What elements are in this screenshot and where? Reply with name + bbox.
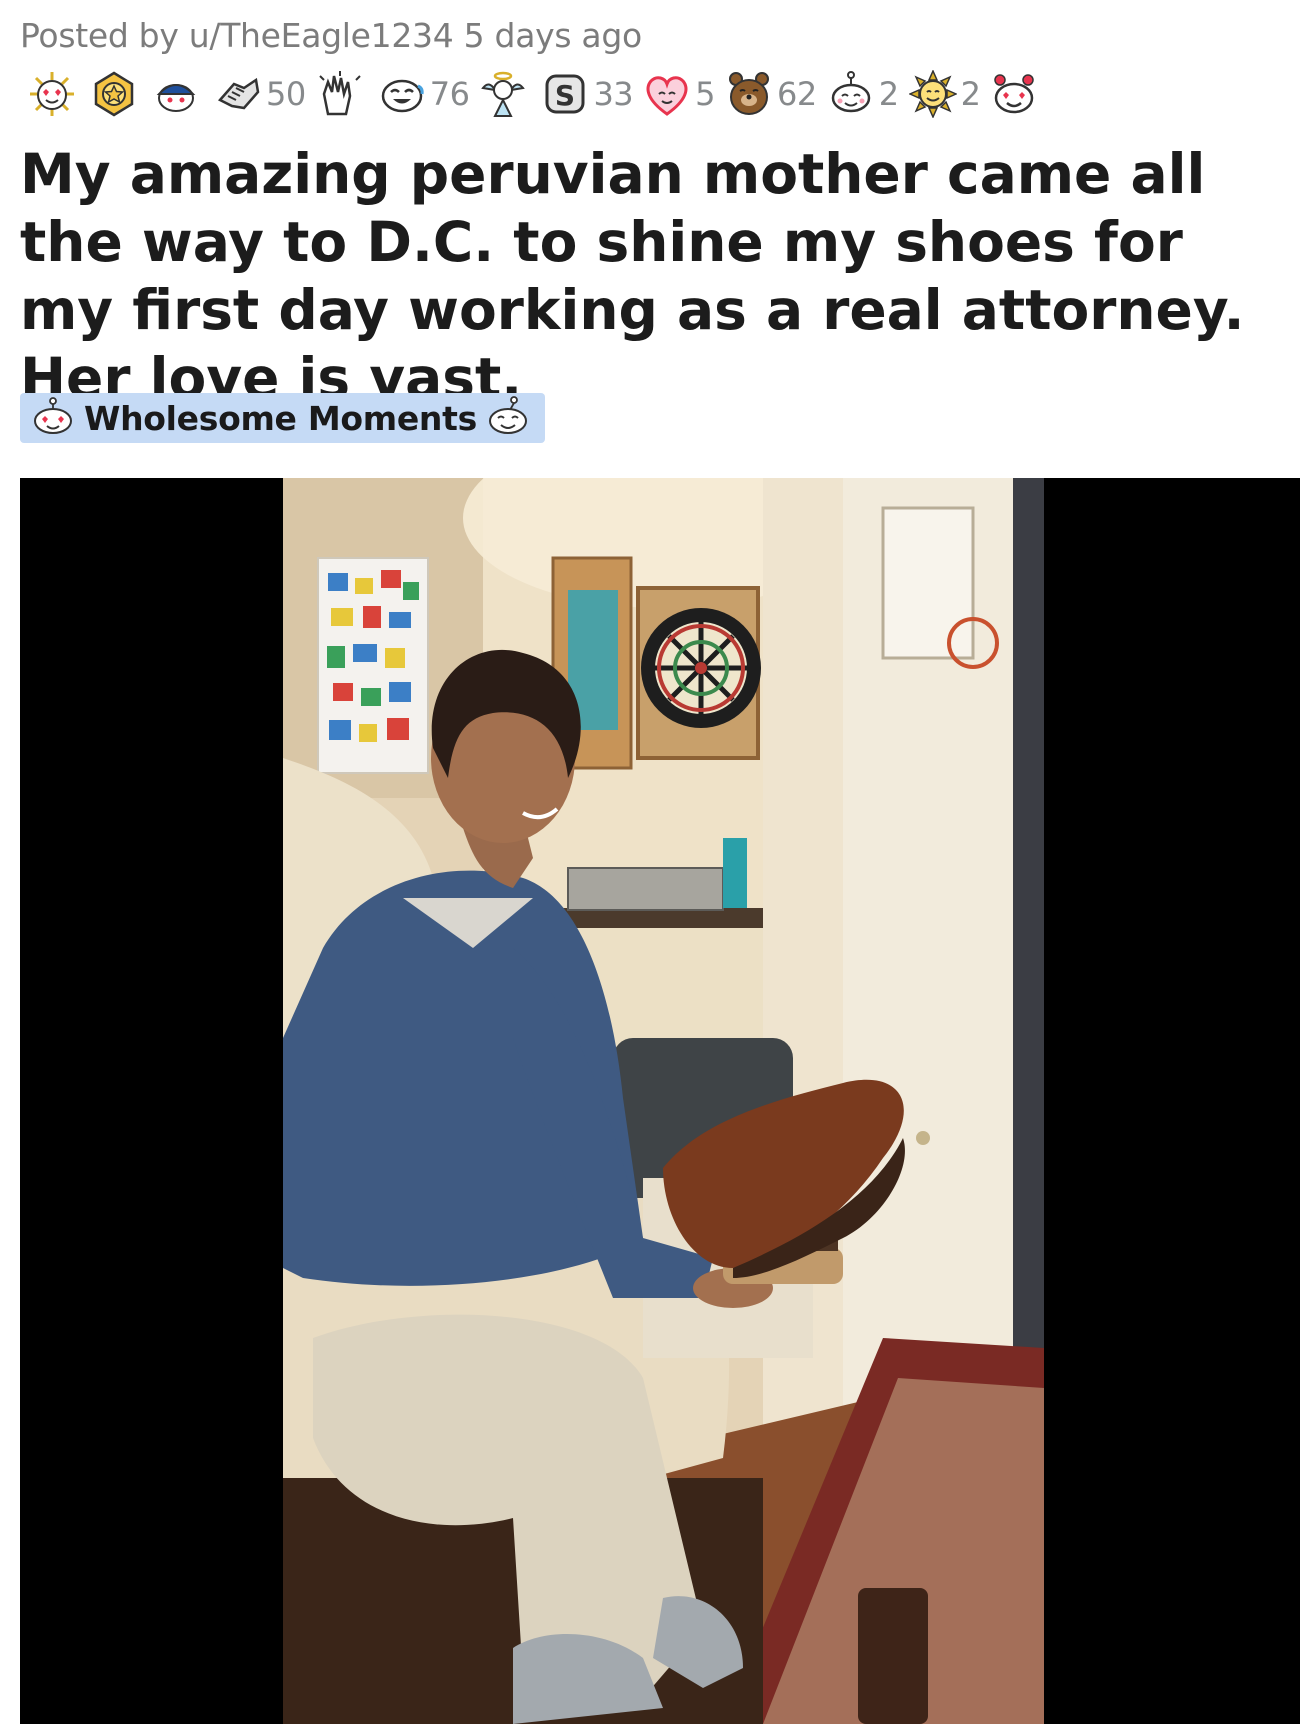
post-title[interactable]: My amazing peruvian mother came all the … bbox=[20, 140, 1290, 412]
clapping-hands-award-icon bbox=[316, 70, 364, 118]
award-item[interactable] bbox=[990, 70, 1042, 118]
wholesome-snoo-award-icon bbox=[827, 70, 875, 118]
award-count: 2 bbox=[960, 75, 981, 113]
posted-by-prefix: Posted by bbox=[20, 16, 179, 55]
sun-award-icon bbox=[908, 70, 957, 118]
gold-medal-award-icon bbox=[90, 70, 138, 118]
post-meta: Posted by u/TheEagle1234 5 days ago bbox=[20, 16, 642, 55]
heart-eyes-snoo-award-icon bbox=[990, 70, 1038, 118]
award-item[interactable] bbox=[316, 70, 368, 118]
username-link[interactable]: u/TheEagle1234 bbox=[189, 16, 454, 55]
award-item[interactable] bbox=[28, 70, 80, 118]
award-count: 2 bbox=[878, 75, 899, 113]
award-count: 50 bbox=[266, 75, 306, 113]
photo-illustration bbox=[283, 478, 1044, 1724]
laughing-snoo-award-icon bbox=[378, 70, 426, 118]
post-photo bbox=[283, 478, 1044, 1724]
flair-label: Wholesome Moments bbox=[84, 398, 477, 438]
silver-snoo-award-icon bbox=[152, 70, 200, 118]
post-flair[interactable]: Wholesome Moments bbox=[20, 393, 545, 443]
award-count: 33 bbox=[593, 75, 634, 113]
love-heart-award-icon bbox=[643, 70, 691, 118]
post-media[interactable] bbox=[20, 478, 1300, 1724]
angel-award-icon bbox=[479, 70, 527, 118]
award-item[interactable] bbox=[90, 70, 142, 118]
bear-hug-award-icon bbox=[725, 70, 773, 118]
award-item[interactable] bbox=[479, 70, 531, 118]
heart-eyes-award-icon bbox=[28, 70, 76, 118]
heart-eyes-snoo-icon bbox=[30, 396, 76, 440]
s-coin-award-icon: S bbox=[541, 70, 589, 118]
take-my-power-award-icon bbox=[214, 70, 262, 118]
award-item[interactable]: S 33 bbox=[541, 70, 634, 118]
awards-bar[interactable]: 50 76 S 33 5 62 2 2 bbox=[28, 66, 1052, 122]
award-item[interactable]: 2 bbox=[908, 70, 981, 118]
svg-text:S: S bbox=[555, 79, 575, 112]
award-item[interactable] bbox=[152, 70, 204, 118]
award-count: 5 bbox=[695, 75, 716, 113]
award-item[interactable]: 2 bbox=[827, 70, 899, 118]
award-item[interactable]: 76 bbox=[378, 70, 470, 118]
award-count: 76 bbox=[429, 75, 470, 113]
smiling-snoo-icon bbox=[485, 396, 531, 440]
award-count: 62 bbox=[777, 75, 817, 113]
award-item[interactable]: 5 bbox=[643, 70, 716, 118]
award-item[interactable]: 62 bbox=[725, 70, 817, 118]
post-age: 5 days ago bbox=[463, 16, 643, 55]
award-item[interactable]: 50 bbox=[214, 70, 306, 118]
